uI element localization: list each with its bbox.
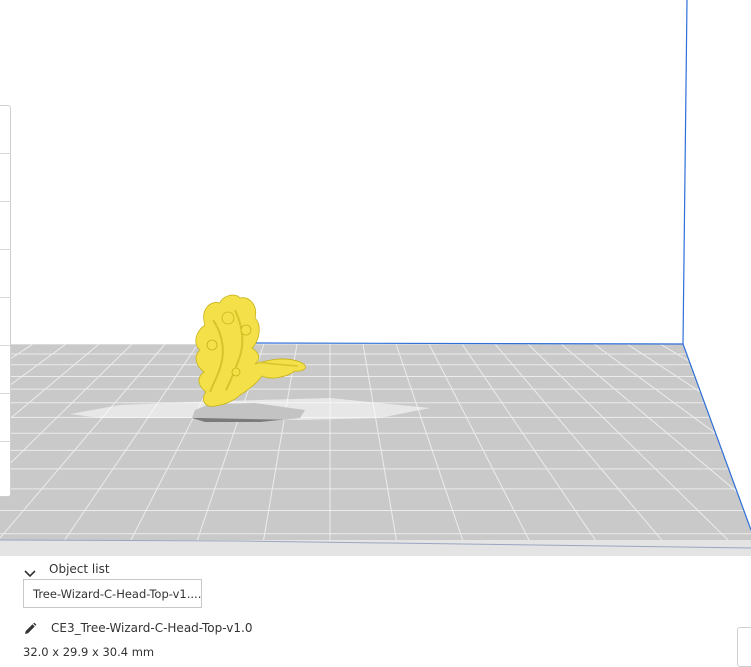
- chevron-down-icon: [23, 564, 37, 578]
- scale-tool-button[interactable]: [0, 154, 10, 202]
- object-list-panel: Object list Tree-Wizard-C-Head-Top-v1...…: [0, 556, 751, 664]
- tool-button-8[interactable]: [0, 442, 10, 490]
- model-dimensions: 32.0 x 29.9 x 30.4 mm: [23, 645, 155, 659]
- pencil-icon[interactable]: [23, 621, 37, 635]
- object-list-label: Object list: [49, 562, 110, 576]
- support-blocker-button[interactable]: [0, 346, 10, 394]
- corner-panel-button[interactable]: [737, 627, 751, 667]
- tool-button-7[interactable]: [0, 394, 10, 442]
- file-name: CE3_Tree-Wizard-C-Head-Top-v1.0: [51, 621, 253, 635]
- per-model-settings-button[interactable]: [0, 298, 10, 346]
- rotate-tool-button[interactable]: [0, 202, 10, 250]
- move-tool-button[interactable]: [0, 106, 10, 154]
- mirror-tool-button[interactable]: [0, 250, 10, 298]
- object-list-item[interactable]: Tree-Wizard-C-Head-Top-v1....: [23, 579, 202, 608]
- build-plate[interactable]: [0, 344, 751, 560]
- file-name-row[interactable]: CE3_Tree-Wizard-C-Head-Top-v1.0: [23, 620, 252, 636]
- left-toolbar: [0, 105, 11, 497]
- 3d-viewport[interactable]: [0, 0, 751, 560]
- object-list-toggle[interactable]: Object list: [23, 560, 110, 578]
